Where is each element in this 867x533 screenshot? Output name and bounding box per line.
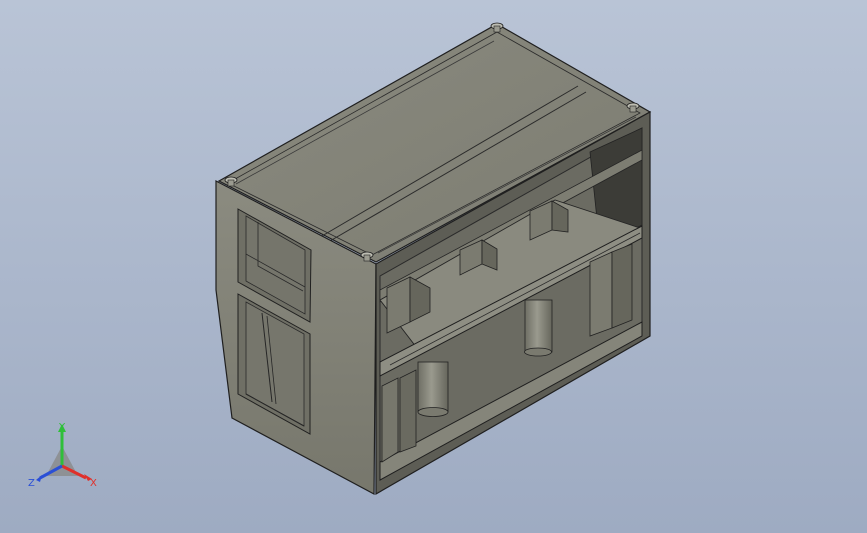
- axis-triad[interactable]: Y X Z: [26, 420, 106, 492]
- y-axis-label: Y: [58, 422, 66, 433]
- graphics-viewport[interactable]: Y X Z: [0, 0, 867, 533]
- x-axis-label: X: [90, 478, 97, 489]
- z-axis-label: Z: [28, 478, 35, 489]
- 3d-model-view[interactable]: [0, 0, 867, 533]
